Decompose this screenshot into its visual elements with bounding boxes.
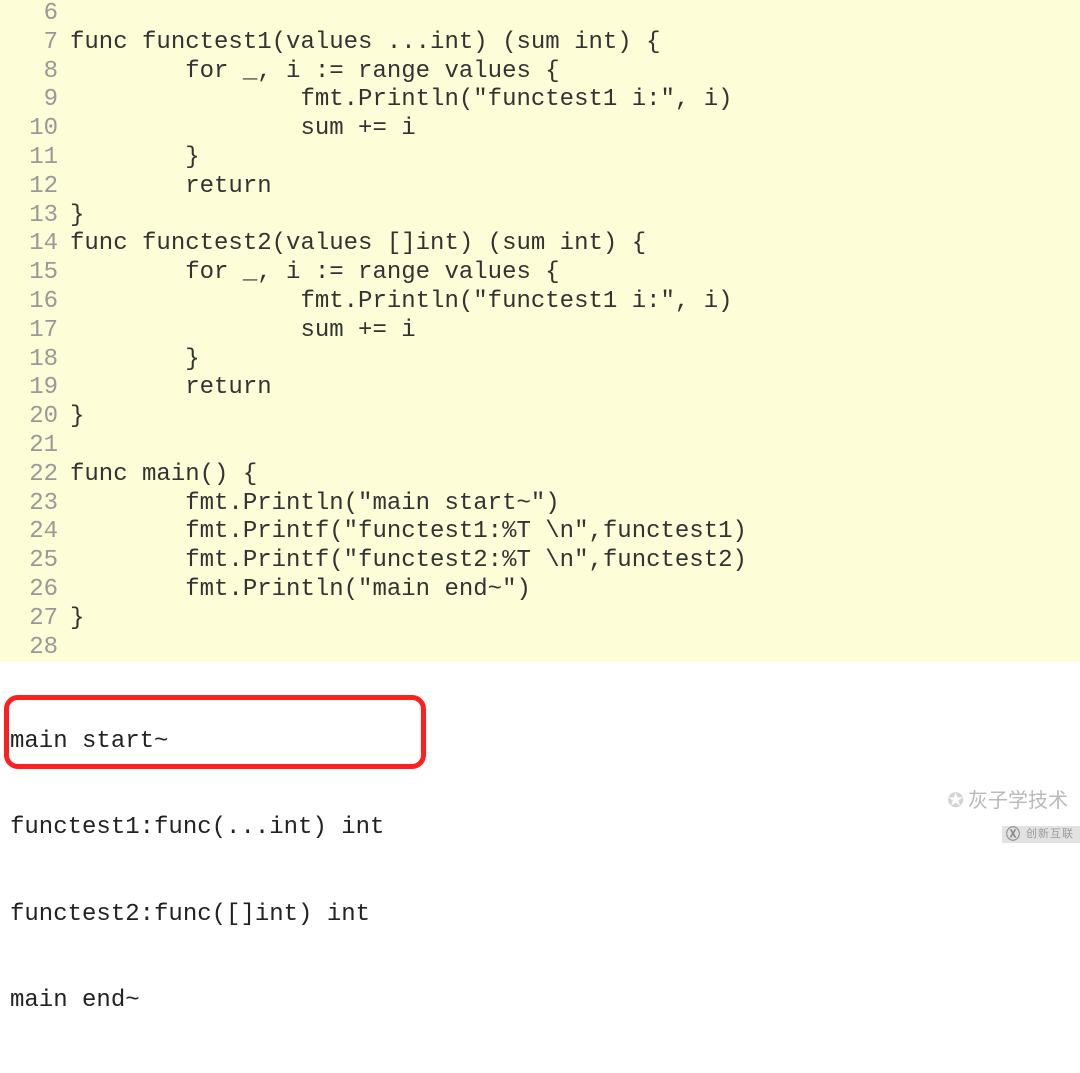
code-line: 14func functest2(values []int) (sum int)… [0, 230, 1080, 259]
watermark-text: 灰子学技术 [968, 789, 1068, 813]
code-text: } [70, 605, 84, 632]
code-line: 19 return [0, 374, 1080, 403]
code-line: 13} [0, 202, 1080, 231]
code-line: 28 [0, 634, 1080, 663]
code-text: for _, i := range values { [70, 58, 560, 85]
line-number: 16 [0, 288, 70, 317]
code-editor: 67func functest1(values ...int) (sum int… [0, 0, 1080, 662]
brand-logo-icon: Ⓧ [1006, 826, 1021, 843]
watermark: ✪ 灰子学技术 [947, 789, 1068, 813]
line-number: 6 [0, 0, 70, 29]
line-number: 18 [0, 346, 70, 375]
code-text: return [70, 374, 272, 401]
code-text: } [70, 346, 200, 373]
line-number: 26 [0, 576, 70, 605]
line-number: 22 [0, 461, 70, 490]
line-number: 7 [0, 29, 70, 58]
code-line: 11 } [0, 144, 1080, 173]
code-line: 17 sum += i [0, 317, 1080, 346]
code-text: fmt.Println("functest1 i:", i) [70, 288, 733, 315]
code-line: 25 fmt.Printf("functest2:%T \n",functest… [0, 547, 1080, 576]
line-number: 19 [0, 374, 70, 403]
code-line: 8 for _, i := range values { [0, 58, 1080, 87]
line-number: 20 [0, 403, 70, 432]
code-text: fmt.Printf("functest2:%T \n",functest2) [70, 547, 747, 574]
line-number: 21 [0, 432, 70, 461]
line-number: 24 [0, 518, 70, 547]
brand-badge: Ⓧ 创新互联 [1002, 826, 1080, 843]
code-line: 21 [0, 432, 1080, 461]
code-line: 16 fmt.Println("functest1 i:", i) [0, 288, 1080, 317]
code-text: for _, i := range values { [70, 259, 560, 286]
output-line: functest2:func([]int) int [10, 901, 1080, 930]
code-line: 6 [0, 0, 1080, 29]
code-line: 18 } [0, 346, 1080, 375]
code-text: func main() { [70, 461, 257, 488]
code-text: sum += i [70, 115, 416, 142]
output-line: main end~ [10, 987, 1080, 1016]
code-text: fmt.Println("functest1 i:", i) [70, 86, 733, 113]
code-text: sum += i [70, 317, 416, 344]
code-text: } [70, 202, 84, 229]
code-line: 23 fmt.Println("main start~") [0, 490, 1080, 519]
code-text: fmt.Println("main start~") [70, 490, 560, 517]
console-output: main start~ functest1:func(...int) int f… [0, 668, 1080, 1073]
line-number: 27 [0, 605, 70, 634]
code-text: return [70, 173, 272, 200]
code-text: } [70, 403, 84, 430]
code-text: func functest1(values ...int) (sum int) … [70, 29, 661, 56]
line-number: 9 [0, 86, 70, 115]
code-line: 22func main() { [0, 461, 1080, 490]
line-number: 11 [0, 144, 70, 173]
line-number: 10 [0, 115, 70, 144]
code-line: 12 return [0, 173, 1080, 202]
code-text: fmt.Printf("functest1:%T \n",functest1) [70, 518, 747, 545]
line-number: 14 [0, 230, 70, 259]
code-line: 10 sum += i [0, 115, 1080, 144]
output-line: functest1:func(...int) int [10, 814, 1080, 843]
line-number: 8 [0, 58, 70, 87]
line-number: 28 [0, 634, 70, 663]
brand-text: 创新互联 [1026, 828, 1074, 840]
code-text: func functest2(values []int) (sum int) { [70, 230, 646, 257]
code-line: 20} [0, 403, 1080, 432]
line-number: 25 [0, 547, 70, 576]
code-line: 9 fmt.Println("functest1 i:", i) [0, 86, 1080, 115]
code-line: 27} [0, 605, 1080, 634]
line-number: 12 [0, 173, 70, 202]
code-line: 24 fmt.Printf("functest1:%T \n",functest… [0, 518, 1080, 547]
line-number: 15 [0, 259, 70, 288]
code-line: 7func functest1(values ...int) (sum int)… [0, 29, 1080, 58]
code-text: } [70, 144, 200, 171]
line-number: 17 [0, 317, 70, 346]
code-text: fmt.Println("main end~") [70, 576, 531, 603]
code-line: 15 for _, i := range values { [0, 259, 1080, 288]
wechat-icon: ✪ [947, 789, 964, 813]
line-number: 13 [0, 202, 70, 231]
output-line: main start~ [10, 728, 1080, 757]
code-line: 26 fmt.Println("main end~") [0, 576, 1080, 605]
line-number: 23 [0, 490, 70, 519]
